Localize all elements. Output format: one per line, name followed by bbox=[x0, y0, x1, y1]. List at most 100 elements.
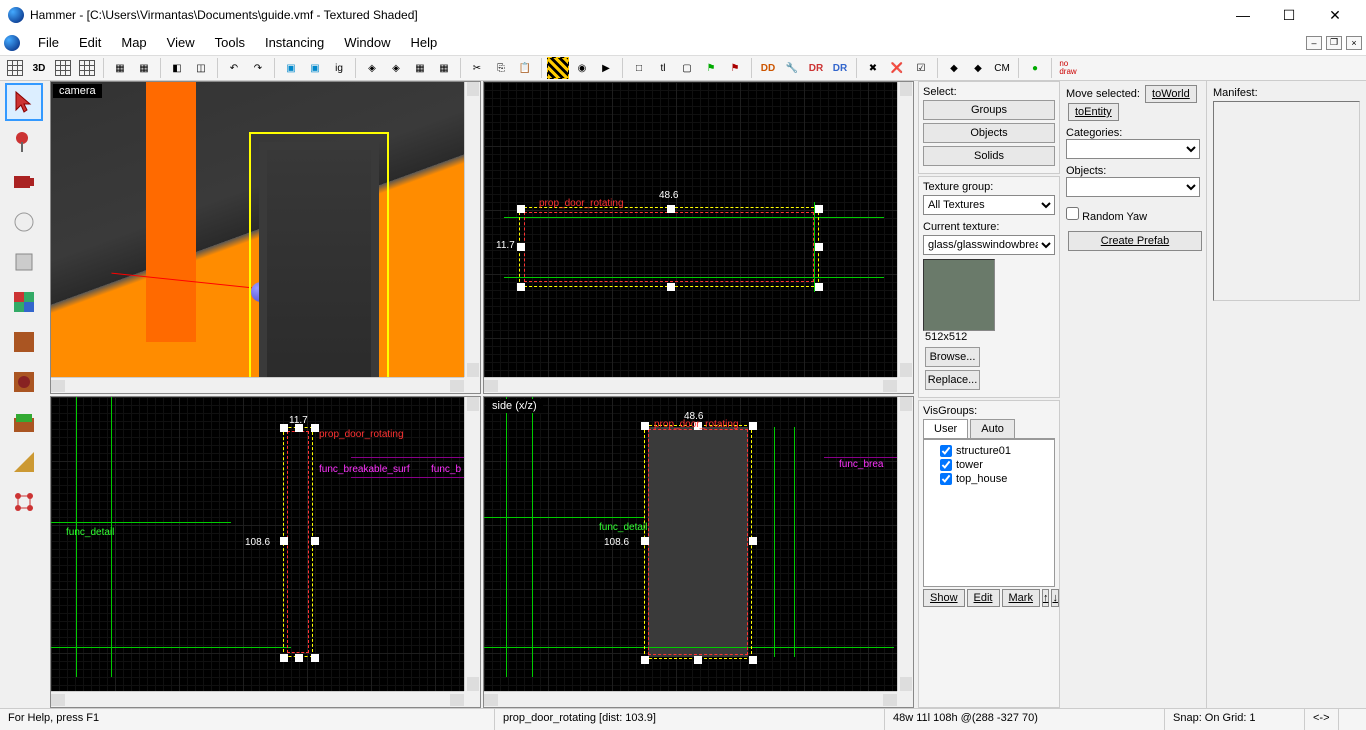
tb-sel[interactable]: □ bbox=[628, 57, 650, 79]
minimize-button[interactable]: — bbox=[1220, 0, 1266, 30]
tb-box[interactable]: ▢ bbox=[676, 57, 698, 79]
viewport-3d[interactable]: camera bbox=[50, 81, 481, 394]
tb-cordon[interactable]: ▣ bbox=[280, 57, 302, 79]
tb-flag2[interactable]: ⚑ bbox=[724, 57, 746, 79]
menu-tools[interactable]: Tools bbox=[205, 32, 255, 53]
vg-down[interactable]: ↓ bbox=[1051, 589, 1059, 607]
tb-tl[interactable]: tl bbox=[652, 57, 674, 79]
menu-window[interactable]: Window bbox=[334, 32, 400, 53]
mdi-restore[interactable]: ❐ bbox=[1326, 36, 1342, 50]
tool-overlay[interactable] bbox=[5, 403, 43, 441]
viewport-front[interactable]: 11.7 108.6 prop_door_rotating func_detai… bbox=[50, 396, 481, 709]
tb-t3[interactable]: ▦ bbox=[409, 57, 431, 79]
vg-up[interactable]: ↑ bbox=[1042, 589, 1050, 607]
tb-cut[interactable]: ✂ bbox=[466, 57, 488, 79]
tb-x1[interactable]: ✖ bbox=[862, 57, 884, 79]
tb-hazard[interactable] bbox=[547, 57, 569, 79]
menu-instancing[interactable]: Instancing bbox=[255, 32, 334, 53]
texgroup-select[interactable]: All Textures bbox=[923, 195, 1055, 215]
viewport-side[interactable]: 48.6 108.6 prop_door_rotating func_detai… bbox=[483, 396, 914, 709]
tb-nodraw[interactable]: nodraw bbox=[1057, 57, 1079, 79]
objects-select[interactable] bbox=[1066, 177, 1200, 197]
tool-entity[interactable] bbox=[5, 203, 43, 241]
menu-view[interactable]: View bbox=[157, 32, 205, 53]
tool-clip[interactable] bbox=[5, 443, 43, 481]
tb-e1[interactable]: ◆ bbox=[943, 57, 965, 79]
tb-carve[interactable]: ◧ bbox=[166, 57, 188, 79]
tool-texture[interactable] bbox=[5, 283, 43, 321]
tool-camera[interactable] bbox=[5, 163, 43, 201]
tb-redo[interactable]: ↷ bbox=[247, 57, 269, 79]
visgroup-item[interactable]: structure01 bbox=[928, 444, 1050, 458]
categories-select[interactable] bbox=[1066, 139, 1200, 159]
tb-t2[interactable]: ◈ bbox=[385, 57, 407, 79]
scrollbar-v[interactable] bbox=[464, 82, 480, 377]
scrollbar-h[interactable] bbox=[484, 691, 897, 707]
scrollbar-v[interactable] bbox=[897, 397, 913, 692]
tb-dr[interactable]: DR bbox=[805, 57, 827, 79]
replace-button[interactable]: Replace... bbox=[925, 370, 980, 390]
maximize-button[interactable]: ☐ bbox=[1266, 0, 1312, 30]
tb-radius[interactable]: ◉ bbox=[571, 57, 593, 79]
tab-auto[interactable]: Auto bbox=[970, 419, 1015, 438]
scrollbar-v[interactable] bbox=[897, 82, 913, 377]
scrollbar-v[interactable] bbox=[464, 397, 480, 692]
tool-block[interactable] bbox=[5, 243, 43, 281]
tb-wrench[interactable]: 🔧 bbox=[781, 57, 803, 79]
close-button[interactable]: ✕ bbox=[1312, 0, 1358, 30]
create-prefab-button[interactable]: Create Prefab bbox=[1068, 231, 1202, 251]
mdi-close[interactable]: × bbox=[1346, 36, 1362, 50]
tab-user[interactable]: User bbox=[923, 419, 968, 438]
vg-edit[interactable]: Edit bbox=[967, 589, 1000, 607]
visgroup-item[interactable]: top_house bbox=[928, 472, 1050, 486]
scrollbar-h[interactable] bbox=[484, 377, 897, 393]
tb-t1[interactable]: ◈ bbox=[361, 57, 383, 79]
tb-cordon2[interactable]: ▣ bbox=[304, 57, 326, 79]
tb-grid-small[interactable]: ▦ bbox=[109, 57, 131, 79]
tb-t4[interactable]: ▦ bbox=[433, 57, 455, 79]
tb-3d[interactable]: 3D bbox=[28, 57, 50, 79]
scrollbar-h[interactable] bbox=[51, 377, 464, 393]
vg-show[interactable]: Show bbox=[923, 589, 965, 607]
tb-e2[interactable]: ◆ bbox=[967, 57, 989, 79]
browse-button[interactable]: Browse... bbox=[925, 347, 980, 367]
tool-apply-texture[interactable] bbox=[5, 323, 43, 361]
menu-edit[interactable]: Edit bbox=[69, 32, 111, 53]
visgroup-item[interactable]: tower bbox=[928, 458, 1050, 472]
visgroup-checkbox[interactable] bbox=[940, 459, 952, 471]
visgroup-checkbox[interactable] bbox=[940, 445, 952, 457]
tb-paste[interactable]: 📋 bbox=[514, 57, 536, 79]
menu-map[interactable]: Map bbox=[111, 32, 156, 53]
tb-grid2[interactable] bbox=[52, 57, 74, 79]
viewport-top[interactable]: 48.6 11.7 prop_door_rotating bbox=[483, 81, 914, 394]
tool-magnify[interactable] bbox=[5, 123, 43, 161]
visgroup-checkbox[interactable] bbox=[940, 473, 952, 485]
tb-grid3[interactable] bbox=[76, 57, 98, 79]
tb-grid-large[interactable]: ▦ bbox=[133, 57, 155, 79]
select-solids[interactable]: Solids bbox=[923, 146, 1055, 166]
menu-file[interactable]: File bbox=[28, 32, 69, 53]
tb-undo[interactable]: ↶ bbox=[223, 57, 245, 79]
tool-selection[interactable] bbox=[5, 83, 43, 121]
curtex-select[interactable]: glass/glasswindowbrea bbox=[923, 235, 1055, 255]
tb-grid[interactable] bbox=[4, 57, 26, 79]
select-groups[interactable]: Groups bbox=[923, 100, 1055, 120]
tb-sphere[interactable]: ● bbox=[1024, 57, 1046, 79]
menu-help[interactable]: Help bbox=[400, 32, 447, 53]
vg-mark[interactable]: Mark bbox=[1002, 589, 1040, 607]
mdi-minimize[interactable]: – bbox=[1306, 36, 1322, 50]
tb-x2[interactable]: ❌ bbox=[886, 57, 908, 79]
tool-decal[interactable] bbox=[5, 363, 43, 401]
tb-copy[interactable]: ⎘ bbox=[490, 57, 512, 79]
tb-flag[interactable]: ⚑ bbox=[700, 57, 722, 79]
scrollbar-h[interactable] bbox=[51, 691, 464, 707]
select-objects[interactable]: Objects bbox=[923, 123, 1055, 143]
tb-ig[interactable]: ig bbox=[328, 57, 350, 79]
to-world-button[interactable]: toWorld bbox=[1145, 85, 1197, 103]
tb-dr2[interactable]: DR bbox=[829, 57, 851, 79]
random-yaw-checkbox[interactable] bbox=[1066, 207, 1079, 220]
tb-run[interactable]: ▶ bbox=[595, 57, 617, 79]
tb-cm[interactable]: CM bbox=[991, 57, 1013, 79]
tb-check[interactable]: ☑ bbox=[910, 57, 932, 79]
tb-group[interactable]: ◫ bbox=[190, 57, 212, 79]
